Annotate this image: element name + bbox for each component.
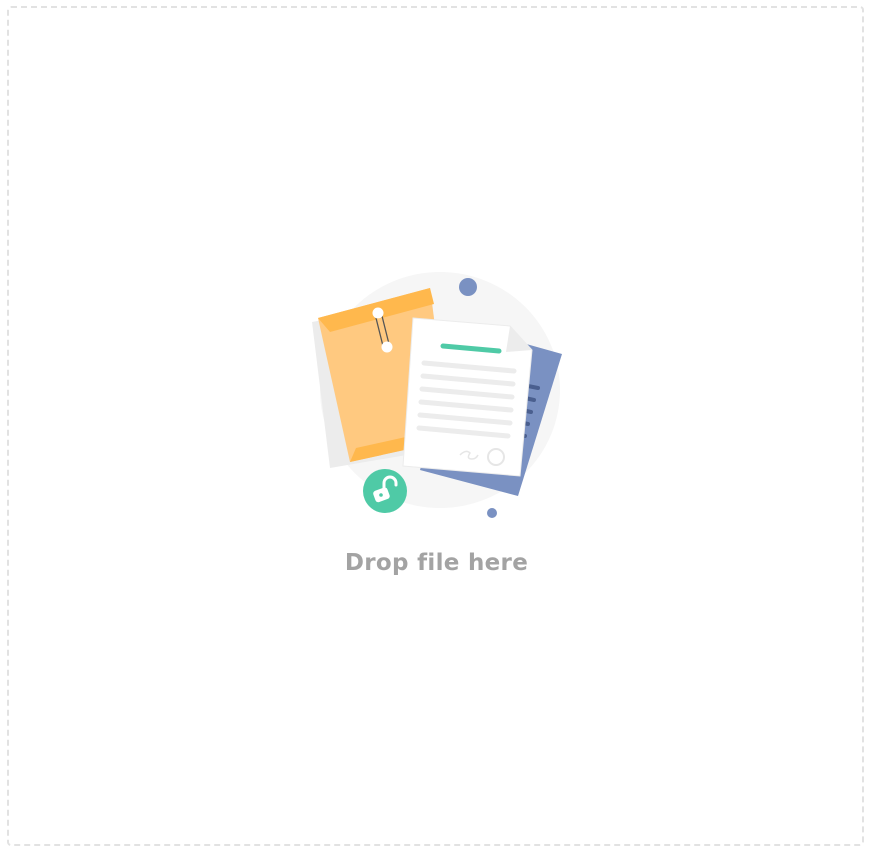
decor-dot-top [459,278,477,296]
lock-icon [363,469,407,513]
decor-dot-bottom [487,508,497,518]
document-icon [402,317,533,477]
drop-file-label: Drop file here [344,550,529,576]
upload-illustration [312,272,562,518]
